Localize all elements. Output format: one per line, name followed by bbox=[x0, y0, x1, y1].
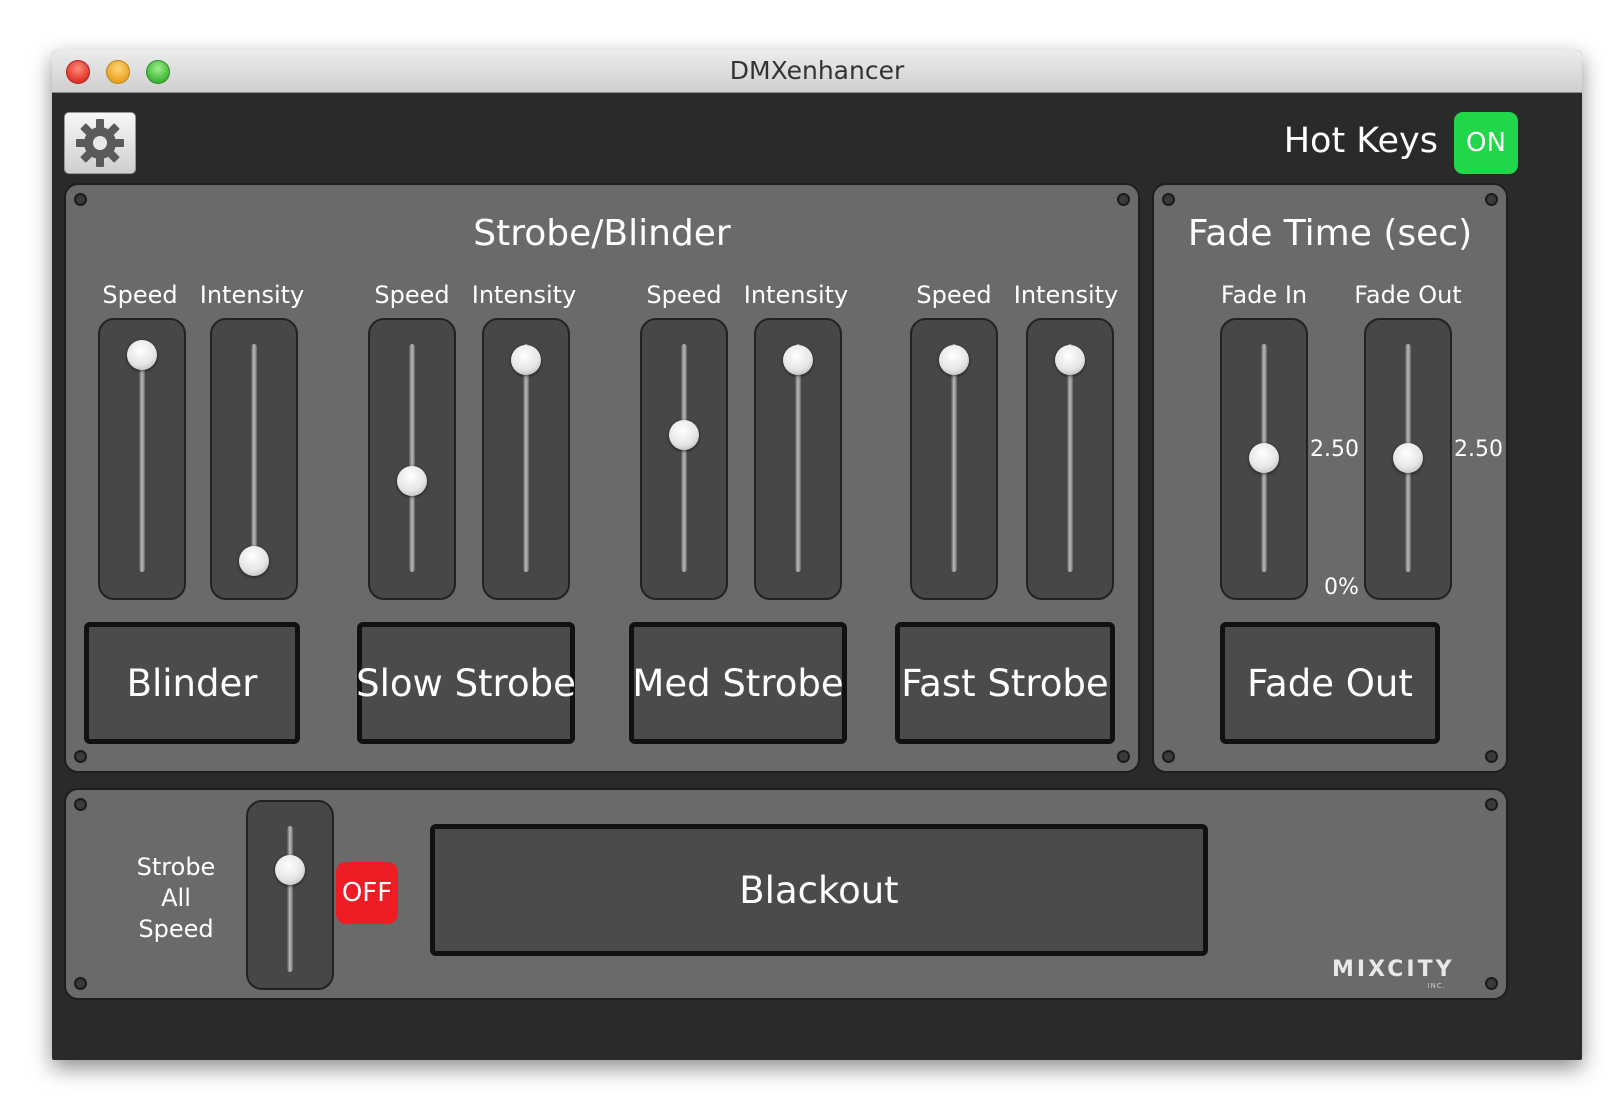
speed-label: Speed bbox=[374, 281, 450, 309]
strobe-panel-title: Strobe/Blinder bbox=[473, 213, 731, 254]
speed-label: Speed bbox=[646, 281, 722, 309]
screw bbox=[74, 193, 87, 206]
blinder-speed-slider[interactable] bbox=[98, 318, 186, 600]
strobe-all-speed-slider[interactable] bbox=[246, 800, 334, 990]
blackout-button[interactable]: Blackout bbox=[430, 824, 1208, 956]
logo-subtext: INC. bbox=[1427, 982, 1446, 990]
screw bbox=[74, 977, 87, 990]
title-bar: DMXenhancer bbox=[52, 50, 1582, 93]
intensity-label: Intensity bbox=[199, 281, 305, 309]
fade-min-label: 0% bbox=[1324, 575, 1359, 600]
screw bbox=[1117, 193, 1130, 206]
intensity-label: Intensity bbox=[743, 281, 849, 309]
strobe-panel: Strobe/Blinder Speed Intensity Blinder S… bbox=[64, 183, 1140, 773]
bottom-panel: Strobe All Speed Blackout MIXCITY INC. bbox=[64, 788, 1508, 1000]
med-strobe-button[interactable]: Med Strobe bbox=[629, 622, 847, 744]
slider-track bbox=[1067, 344, 1073, 572]
slider-knob[interactable] bbox=[127, 340, 157, 371]
mixcity-logo: MIXCITY INC. bbox=[1332, 958, 1482, 992]
slider-knob[interactable] bbox=[1249, 443, 1279, 473]
fade-out-button[interactable]: Fade Out bbox=[1220, 622, 1440, 744]
settings-button[interactable] bbox=[64, 112, 136, 174]
hotkeys-toggle[interactable]: ON bbox=[1454, 112, 1518, 174]
blinder-intensity-slider[interactable] bbox=[210, 318, 298, 600]
screw bbox=[1485, 193, 1498, 206]
slider-track bbox=[409, 344, 415, 572]
fade-in-label: Fade In bbox=[1220, 281, 1308, 309]
slow-strobe-intensity-slider[interactable] bbox=[482, 318, 570, 600]
slider-knob[interactable] bbox=[1393, 443, 1423, 473]
slider-knob[interactable] bbox=[397, 465, 427, 496]
slider-knob[interactable] bbox=[511, 344, 541, 375]
screw bbox=[1117, 750, 1130, 763]
slider-knob[interactable] bbox=[669, 420, 699, 451]
screw bbox=[1162, 193, 1175, 206]
strobe-all-label-line: All bbox=[161, 884, 191, 912]
slider-track bbox=[681, 344, 687, 572]
app-window: DMXenhancer Hot Keys ON Strobe/Blinder S… bbox=[52, 50, 1582, 1060]
strobe-all-label-line: Strobe bbox=[136, 853, 216, 881]
slider-knob[interactable] bbox=[783, 344, 813, 375]
fast-strobe-button[interactable]: Fast Strobe bbox=[895, 622, 1115, 744]
fade-in-value: 2.50 bbox=[1310, 437, 1359, 462]
screw bbox=[74, 750, 87, 763]
fade-out-slider[interactable] bbox=[1364, 318, 1452, 600]
fade-out-label: Fade Out bbox=[1354, 281, 1462, 309]
slider-knob[interactable] bbox=[275, 854, 305, 885]
slider-knob[interactable] bbox=[939, 344, 969, 375]
slow-strobe-speed-slider[interactable] bbox=[368, 318, 456, 600]
slider-track bbox=[951, 344, 957, 572]
hotkeys-label: Hot Keys bbox=[1283, 121, 1438, 161]
intensity-label: Intensity bbox=[471, 281, 577, 309]
strobe-all-toggle[interactable]: OFF bbox=[336, 862, 398, 924]
fade-in-slider[interactable] bbox=[1220, 318, 1308, 600]
slow-strobe-button[interactable]: Slow Strobe bbox=[356, 622, 576, 744]
screw bbox=[74, 798, 87, 811]
fade-out-value: 2.50 bbox=[1454, 437, 1503, 462]
slider-knob[interactable] bbox=[239, 545, 269, 576]
slider-track bbox=[139, 344, 145, 572]
fast-strobe-intensity-slider[interactable] bbox=[1026, 318, 1114, 600]
med-strobe-speed-slider[interactable] bbox=[640, 318, 728, 600]
screw bbox=[1485, 750, 1498, 763]
slider-track bbox=[523, 344, 529, 572]
fast-strobe-speed-slider[interactable] bbox=[910, 318, 998, 600]
intensity-label: Intensity bbox=[1013, 281, 1119, 309]
slider-track bbox=[287, 826, 293, 972]
slider-track bbox=[251, 344, 257, 572]
screw bbox=[1485, 977, 1498, 990]
med-strobe-intensity-slider[interactable] bbox=[754, 318, 842, 600]
speed-label: Speed bbox=[916, 281, 992, 309]
gear-icon bbox=[76, 119, 124, 167]
slider-track bbox=[795, 344, 801, 572]
slider-knob[interactable] bbox=[1055, 344, 1085, 375]
strobe-all-label-line: Speed bbox=[138, 915, 214, 943]
blinder-button[interactable]: Blinder bbox=[84, 622, 300, 744]
strobe-all-speed-label: Strobe All Speed bbox=[116, 852, 236, 945]
window-title: DMXenhancer bbox=[729, 56, 905, 85]
logo-text: MIXCITY bbox=[1332, 957, 1455, 982]
fade-panel-title: Fade Time (sec) bbox=[1187, 213, 1473, 254]
screw bbox=[1485, 798, 1498, 811]
fade-panel: Fade Time (sec) Fade In Fade Out 2.50 2.… bbox=[1152, 183, 1508, 773]
speed-label: Speed bbox=[102, 281, 178, 309]
screw bbox=[1162, 750, 1175, 763]
